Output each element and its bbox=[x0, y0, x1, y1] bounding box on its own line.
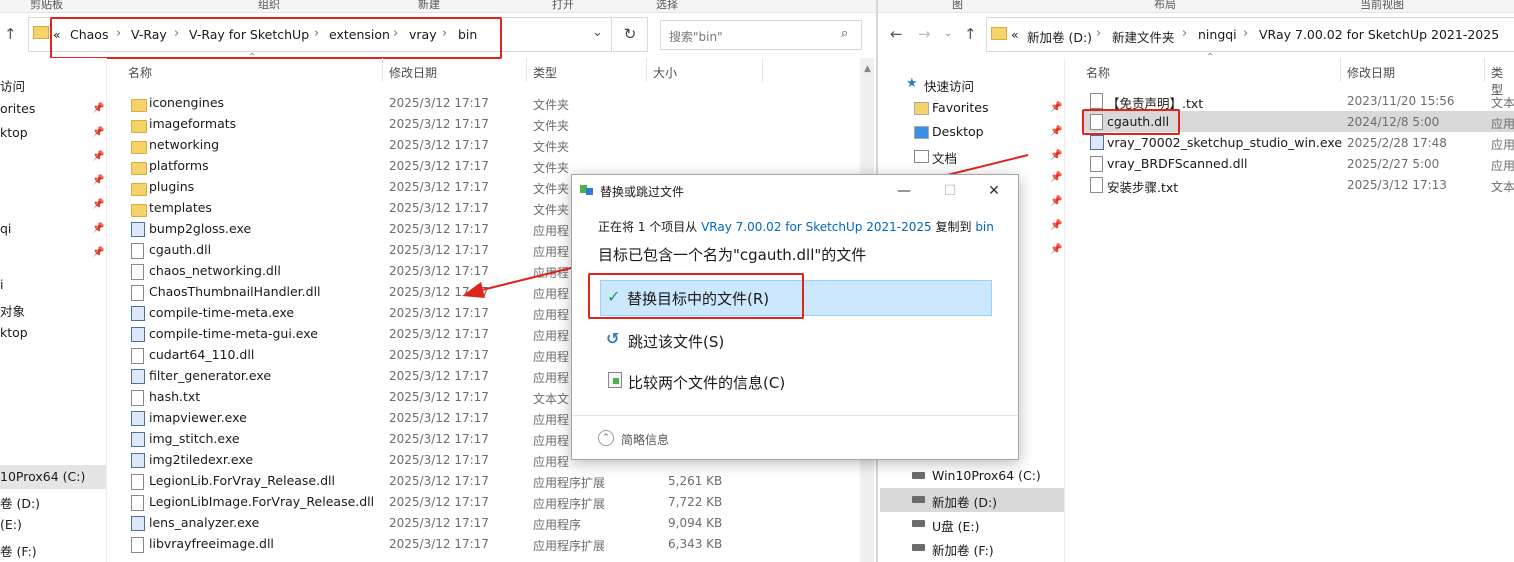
maximize-icon: ☐ bbox=[943, 183, 957, 199]
compare-icon bbox=[608, 372, 622, 388]
fewer-details-toggle[interactable]: 简略信息 bbox=[621, 431, 669, 448]
close-icon[interactable]: ✕ bbox=[972, 177, 1016, 205]
copy-files-icon bbox=[580, 185, 594, 195]
dest-folder-link[interactable]: bin bbox=[975, 220, 994, 234]
dialog-title: 替换或跳过文件 bbox=[600, 185, 685, 199]
skip-arrow-icon: ↺ bbox=[606, 329, 620, 348]
skip-option[interactable]: 跳过该文件(S) bbox=[628, 331, 724, 352]
collapse-chevron-icon[interactable]: ⌃ bbox=[598, 430, 614, 446]
compare-option[interactable]: 比较两个文件的信息(C) bbox=[628, 372, 785, 393]
info-mid: 复制到 bbox=[935, 220, 972, 234]
dialog-heading: 目标已包含一个名为"cgauth.dll"的文件 bbox=[598, 246, 867, 264]
replace-highlight-box bbox=[588, 273, 804, 319]
dialog-divider bbox=[572, 415, 1018, 416]
dialog-info-line: 正在将 1 个项目从 VRay 7.00.02 for SketchUp 202… bbox=[598, 218, 994, 235]
arrow-head bbox=[462, 282, 485, 298]
source-folder-link[interactable]: VRay 7.00.02 for SketchUp 2021-2025 bbox=[701, 220, 932, 234]
minimize-icon[interactable]: — bbox=[882, 177, 926, 205]
info-prefix: 正在将 1 个项目从 bbox=[598, 220, 698, 234]
replace-skip-dialog: 替换或跳过文件 — ☐ ✕ 正在将 1 个项目从 VRay 7.00.02 fo… bbox=[571, 174, 1019, 460]
